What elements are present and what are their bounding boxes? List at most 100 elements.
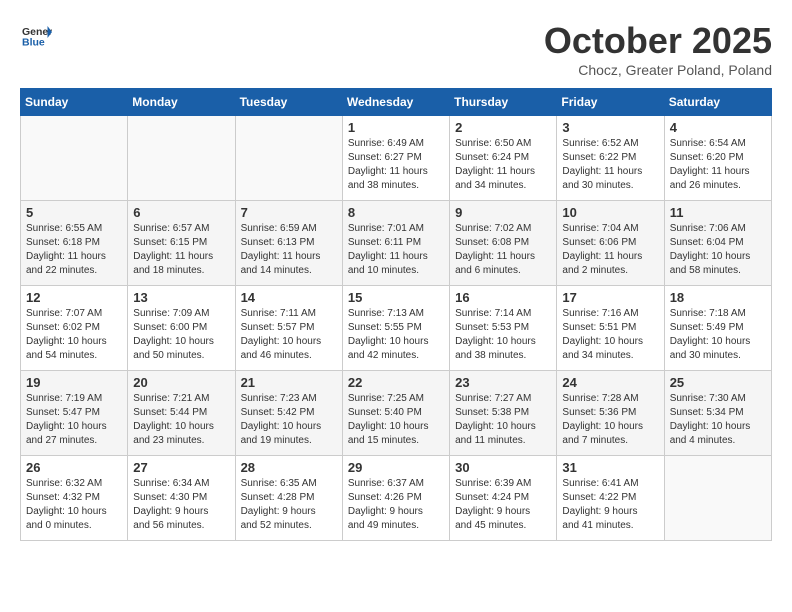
- table-row: 15 Sunrise: 7:13 AM Sunset: 5:55 PM Dayli…: [342, 286, 449, 371]
- day-info: Sunrise: 7:25 AM Sunset: 5:40 PM Dayligh…: [348, 392, 444, 448]
- day-number: 13: [133, 290, 229, 305]
- col-saturday: Saturday: [664, 89, 771, 116]
- calendar-row: 1Sunrise: 6:49 AM Sunset: 6:27 PM Daylig…: [21, 116, 772, 201]
- table-row: 9Sunrise: 7:02 AM Sunset: 6:08 PM Daylig…: [450, 201, 557, 286]
- day-info: Sunrise: 6:35 AM Sunset: 4:28 PM Dayligh…: [241, 477, 337, 533]
- day-info: Sunrise: 7:14 AM Sunset: 5:53 PM Dayligh…: [455, 307, 551, 363]
- day-number: 16: [455, 290, 551, 305]
- month-title: October 2025: [544, 20, 772, 62]
- table-row: 14 Sunrise: 7:11 AM Sunset: 5:57 PM Dayli…: [235, 286, 342, 371]
- day-info: Sunrise: 6:39 AM Sunset: 4:24 PM Dayligh…: [455, 477, 551, 533]
- header-row: Sunday Monday Tuesday Wednesday Thursday…: [21, 89, 772, 116]
- table-row: 31Sunrise: 6:41 AM Sunset: 4:22 PM Dayli…: [557, 456, 664, 541]
- table-row: 12Sunrise: 7:07 AM Sunset: 6:02 PM Dayli…: [21, 286, 128, 371]
- table-row: 28 Sunrise: 6:35 AM Sunset: 4:28 PM Dayli…: [235, 456, 342, 541]
- table-row: [21, 116, 128, 201]
- table-row: 6 Sunrise: 6:57 AM Sunset: 6:15 PM Daylig…: [128, 201, 235, 286]
- calendar-row: 26Sunrise: 6:32 AM Sunset: 4:32 PM Dayli…: [21, 456, 772, 541]
- day-number: 31: [562, 460, 658, 475]
- day-info: Sunrise: 7:11 AM Sunset: 5:57 PM Dayligh…: [241, 307, 337, 363]
- day-number: 20: [133, 375, 229, 390]
- table-row: 2 Sunrise: 6:50 AM Sunset: 6:24 PM Daylig…: [450, 116, 557, 201]
- table-row: [128, 116, 235, 201]
- day-number: 28: [241, 460, 337, 475]
- table-row: 22 Sunrise: 7:25 AM Sunset: 5:40 PM Dayli…: [342, 371, 449, 456]
- day-number: 17: [562, 290, 658, 305]
- day-info: Sunrise: 7:27 AM Sunset: 5:38 PM Dayligh…: [455, 392, 551, 448]
- calendar-row: 5 Sunrise: 6:55 AM Sunset: 6:18 PM Daylig…: [21, 201, 772, 286]
- day-info: Sunrise: 7:30 AM Sunset: 5:34 PM Dayligh…: [670, 392, 766, 448]
- day-info: Sunrise: 6:50 AM Sunset: 6:24 PM Dayligh…: [455, 137, 551, 193]
- day-info: Sunrise: 6:57 AM Sunset: 6:15 PM Dayligh…: [133, 222, 229, 278]
- day-number: 26: [26, 460, 122, 475]
- table-row: 3 Sunrise: 6:52 AM Sunset: 6:22 PM Daylig…: [557, 116, 664, 201]
- day-number: 15: [348, 290, 444, 305]
- day-number: 30: [455, 460, 551, 475]
- table-row: 8 Sunrise: 7:01 AM Sunset: 6:11 PM Daylig…: [342, 201, 449, 286]
- logo: General Blue: [20, 20, 52, 55]
- day-number: 2: [455, 120, 551, 135]
- table-row: 1Sunrise: 6:49 AM Sunset: 6:27 PM Daylig…: [342, 116, 449, 201]
- day-info: Sunrise: 7:06 AM Sunset: 6:04 PM Dayligh…: [670, 222, 766, 278]
- day-info: Sunrise: 7:23 AM Sunset: 5:42 PM Dayligh…: [241, 392, 337, 448]
- day-number: 23: [455, 375, 551, 390]
- day-info: Sunrise: 6:37 AM Sunset: 4:26 PM Dayligh…: [348, 477, 444, 533]
- day-number: 3: [562, 120, 658, 135]
- logo-icon: General Blue: [22, 20, 52, 50]
- day-number: 22: [348, 375, 444, 390]
- table-row: 26Sunrise: 6:32 AM Sunset: 4:32 PM Dayli…: [21, 456, 128, 541]
- day-info: Sunrise: 7:28 AM Sunset: 5:36 PM Dayligh…: [562, 392, 658, 448]
- day-info: Sunrise: 6:54 AM Sunset: 6:20 PM Dayligh…: [670, 137, 766, 193]
- day-number: 1: [348, 120, 444, 135]
- day-number: 8: [348, 205, 444, 220]
- day-info: Sunrise: 7:01 AM Sunset: 6:11 PM Dayligh…: [348, 222, 444, 278]
- table-row: 27 Sunrise: 6:34 AM Sunset: 4:30 PM Dayli…: [128, 456, 235, 541]
- table-row: 21Sunrise: 7:23 AM Sunset: 5:42 PM Dayli…: [235, 371, 342, 456]
- table-row: 18 Sunrise: 7:18 AM Sunset: 5:49 PM Dayli…: [664, 286, 771, 371]
- col-monday: Monday: [128, 89, 235, 116]
- table-row: 23 Sunrise: 7:27 AM Sunset: 5:38 PM Dayli…: [450, 371, 557, 456]
- svg-text:Blue: Blue: [22, 37, 45, 49]
- col-thursday: Thursday: [450, 89, 557, 116]
- table-row: 29 Sunrise: 6:37 AM Sunset: 4:26 PM Dayli…: [342, 456, 449, 541]
- day-number: 24: [562, 375, 658, 390]
- day-info: Sunrise: 7:19 AM Sunset: 5:47 PM Dayligh…: [26, 392, 122, 448]
- table-row: 25 Sunrise: 7:30 AM Sunset: 5:34 PM Dayli…: [664, 371, 771, 456]
- page-header: General Blue October 2025 Chocz, Greater…: [20, 20, 772, 78]
- day-number: 19: [26, 375, 122, 390]
- day-info: Sunrise: 7:04 AM Sunset: 6:06 PM Dayligh…: [562, 222, 658, 278]
- day-info: Sunrise: 7:13 AM Sunset: 5:55 PM Dayligh…: [348, 307, 444, 363]
- day-number: 14: [241, 290, 337, 305]
- table-row: 4 Sunrise: 6:54 AM Sunset: 6:20 PM Daylig…: [664, 116, 771, 201]
- title-section: October 2025 Chocz, Greater Poland, Pola…: [544, 20, 772, 78]
- day-number: 4: [670, 120, 766, 135]
- day-info: Sunrise: 7:09 AM Sunset: 6:00 PM Dayligh…: [133, 307, 229, 363]
- day-number: 10: [562, 205, 658, 220]
- day-info: Sunrise: 6:55 AM Sunset: 6:18 PM Dayligh…: [26, 222, 122, 278]
- day-info: Sunrise: 7:21 AM Sunset: 5:44 PM Dayligh…: [133, 392, 229, 448]
- table-row: 16 Sunrise: 7:14 AM Sunset: 5:53 PM Dayli…: [450, 286, 557, 371]
- table-row: [235, 116, 342, 201]
- day-info: Sunrise: 7:16 AM Sunset: 5:51 PM Dayligh…: [562, 307, 658, 363]
- day-number: 6: [133, 205, 229, 220]
- table-row: 7Sunrise: 6:59 AM Sunset: 6:13 PM Daylig…: [235, 201, 342, 286]
- day-number: 29: [348, 460, 444, 475]
- table-row: 30 Sunrise: 6:39 AM Sunset: 4:24 PM Dayli…: [450, 456, 557, 541]
- day-number: 25: [670, 375, 766, 390]
- calendar-table: Sunday Monday Tuesday Wednesday Thursday…: [20, 88, 772, 541]
- table-row: 17 Sunrise: 7:16 AM Sunset: 5:51 PM Dayli…: [557, 286, 664, 371]
- day-info: Sunrise: 6:34 AM Sunset: 4:30 PM Dayligh…: [133, 477, 229, 533]
- col-tuesday: Tuesday: [235, 89, 342, 116]
- day-number: 7: [241, 205, 337, 220]
- day-number: 12: [26, 290, 122, 305]
- col-wednesday: Wednesday: [342, 89, 449, 116]
- day-number: 18: [670, 290, 766, 305]
- day-number: 5: [26, 205, 122, 220]
- day-info: Sunrise: 7:18 AM Sunset: 5:49 PM Dayligh…: [670, 307, 766, 363]
- day-info: Sunrise: 6:52 AM Sunset: 6:22 PM Dayligh…: [562, 137, 658, 193]
- table-row: 24 Sunrise: 7:28 AM Sunset: 5:36 PM Dayli…: [557, 371, 664, 456]
- day-number: 9: [455, 205, 551, 220]
- day-number: 27: [133, 460, 229, 475]
- table-row: 11Sunrise: 7:06 AM Sunset: 6:04 PM Dayli…: [664, 201, 771, 286]
- table-row: 19 Sunrise: 7:19 AM Sunset: 5:47 PM Dayli…: [21, 371, 128, 456]
